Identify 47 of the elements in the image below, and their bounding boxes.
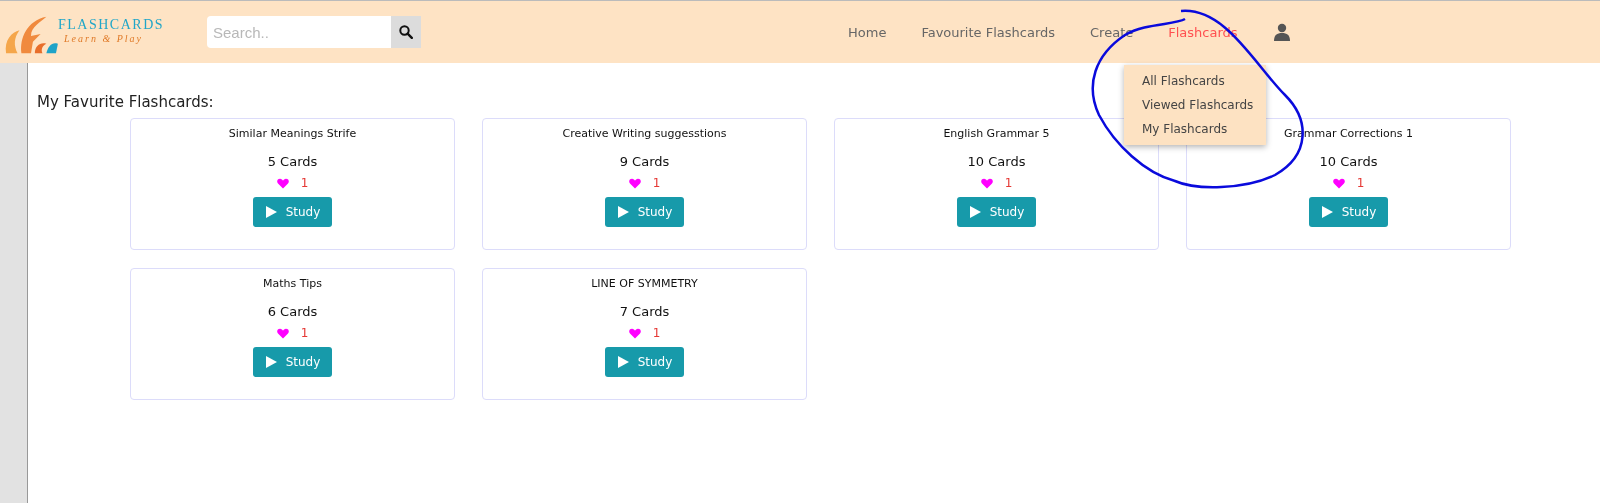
nav-link[interactable]: Favourite Flashcards	[921, 24, 1056, 40]
search-icon	[399, 25, 413, 39]
study-button[interactable]: Study	[604, 197, 685, 227]
like-count: 1	[300, 326, 309, 340]
play-icon	[616, 205, 630, 219]
study-button[interactable]: Study	[252, 347, 333, 377]
heart-icon	[276, 327, 289, 339]
heart-icon	[980, 177, 993, 189]
like-count: 1	[300, 176, 309, 190]
logo-title: FLASHCARDS	[58, 16, 165, 33]
like-count: 1	[1004, 176, 1013, 190]
card-title: Similar Meanings Strife	[228, 127, 357, 142]
play-icon	[264, 205, 278, 219]
heart-icon	[276, 177, 289, 189]
study-button[interactable]: Study	[1308, 197, 1389, 227]
like-count: 1	[652, 176, 661, 190]
search-field[interactable]: Search..	[207, 16, 391, 48]
card-title: Creative Writing suggesstions	[562, 127, 727, 142]
search-button[interactable]	[391, 16, 421, 48]
menu-item[interactable]: My Flashcards	[1124, 117, 1266, 141]
heart-icon	[628, 327, 641, 339]
card-title: English Grammar 5	[943, 127, 1050, 142]
play-icon	[264, 355, 278, 369]
heart-icon	[1332, 177, 1345, 189]
menu-item[interactable]: All Flashcards	[1124, 69, 1266, 93]
play-icon	[1320, 205, 1334, 219]
study-button[interactable]: Study	[956, 197, 1037, 227]
logo-tagline: Learn & Play	[64, 32, 144, 44]
card-count: 5 Cards	[267, 154, 318, 169]
card-count: 9 Cards	[619, 154, 670, 169]
card-count: 7 Cards	[619, 304, 670, 319]
study-button[interactable]: Study	[604, 347, 685, 377]
play-icon	[968, 205, 982, 219]
menu-item[interactable]: Viewed Flashcards	[1124, 93, 1266, 117]
card-count: 10 Cards	[967, 154, 1026, 169]
card-count: 10 Cards	[1319, 154, 1378, 169]
card-title: LINE OF SYMMETRY	[591, 277, 698, 292]
like-count: 1	[1356, 176, 1365, 190]
play-icon	[616, 355, 630, 369]
section-heading: My Favurite Flashcards:	[37, 93, 214, 111]
heart-icon	[628, 177, 641, 189]
nav-link[interactable]: Home	[848, 24, 887, 40]
study-button[interactable]: Study	[252, 197, 333, 227]
card-title: Maths Tips	[263, 277, 322, 292]
user-icon[interactable]	[1272, 23, 1291, 41]
card-count: 6 Cards	[267, 304, 318, 319]
like-count: 1	[652, 326, 661, 340]
